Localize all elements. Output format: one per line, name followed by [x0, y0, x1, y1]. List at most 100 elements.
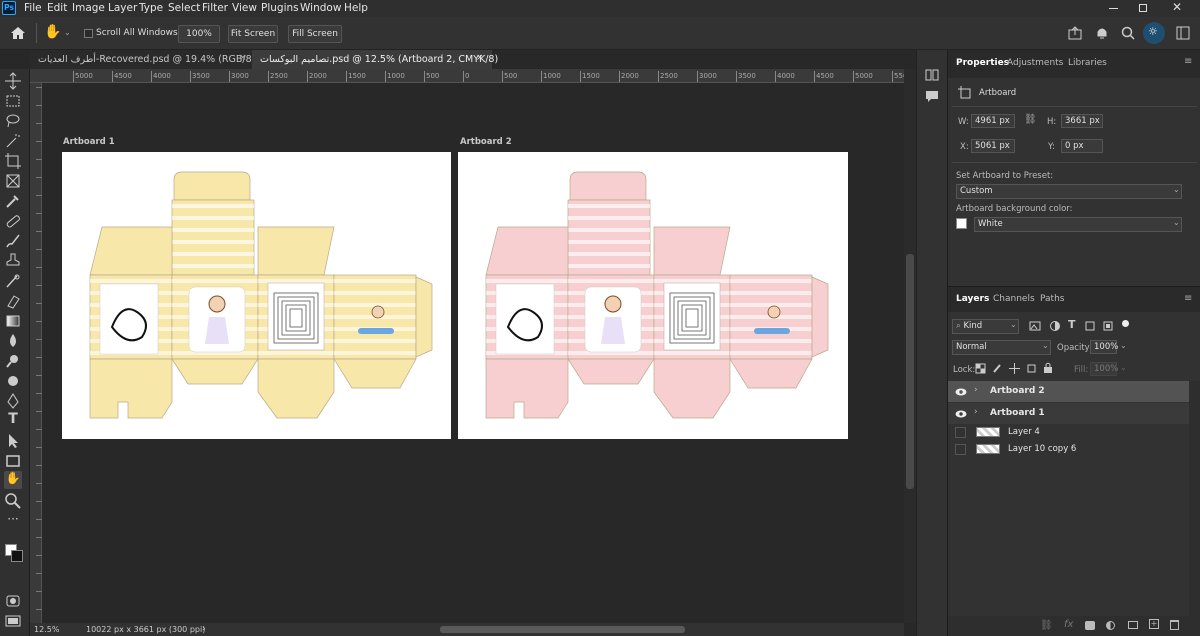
- layer-row-layer-4[interactable]: Layer 4: [948, 424, 1189, 441]
- blend-mode-select[interactable]: Normal: [952, 340, 1051, 355]
- eraser-icon[interactable]: [4, 292, 22, 310]
- lock-artboard-icon[interactable]: [1026, 363, 1037, 374]
- close-icon[interactable]: ✕: [1172, 0, 1182, 14]
- home-icon[interactable]: [10, 26, 26, 40]
- type-tool-icon[interactable]: T: [4, 411, 22, 429]
- frame-icon[interactable]: [4, 172, 22, 190]
- photoshop-logo[interactable]: Ps: [2, 1, 16, 15]
- move-icon[interactable]: [4, 72, 22, 90]
- zoom-tool-icon[interactable]: [4, 492, 22, 510]
- fill-screen-button[interactable]: Fill Screen: [288, 25, 342, 43]
- zoom-100-button[interactable]: 100%: [178, 25, 220, 43]
- shape-filter-icon[interactable]: [1084, 320, 1096, 332]
- tab-adjustments[interactable]: Adjustments: [1007, 58, 1063, 68]
- artboard-2-label[interactable]: Artboard 2: [460, 137, 512, 147]
- artboard-1[interactable]: [62, 152, 451, 439]
- search-icon[interactable]: [1121, 26, 1135, 40]
- menu-layer[interactable]: Layer: [108, 2, 137, 14]
- fit-screen-button[interactable]: Fit Screen: [228, 25, 278, 43]
- close-tab-icon[interactable]: ×: [239, 53, 247, 63]
- panel-menu-icon[interactable]: ≡: [1184, 293, 1192, 304]
- add-mask-icon[interactable]: [1085, 621, 1095, 630]
- tab-channels[interactable]: Channels: [993, 294, 1035, 304]
- more-tools-icon[interactable]: ···: [4, 512, 22, 530]
- lock-position-icon[interactable]: [1009, 363, 1020, 374]
- quick-mask-icon[interactable]: [4, 592, 22, 610]
- chevron-down-icon[interactable]: ⌄: [1120, 363, 1127, 372]
- new-layer-icon[interactable]: +: [1149, 619, 1159, 629]
- new-group-icon[interactable]: [1128, 621, 1138, 629]
- eyedropper-icon[interactable]: [4, 192, 22, 210]
- smart-object-filter-icon[interactable]: [1102, 320, 1114, 332]
- opacity-input[interactable]: 100%: [1090, 340, 1118, 354]
- link-layers-icon[interactable]: ⛓: [1040, 620, 1053, 631]
- fx-icon[interactable]: fx: [1064, 619, 1073, 630]
- layers-scrollbar[interactable]: [1189, 381, 1200, 624]
- scroll-all-checkbox[interactable]: [84, 29, 93, 38]
- scroll-thumb[interactable]: [906, 254, 914, 489]
- layer-row-artboard-2[interactable]: › Artboard 2: [948, 381, 1189, 402]
- lock-all-icon[interactable]: [1043, 362, 1053, 374]
- chevron-right-icon[interactable]: ›: [202, 624, 206, 634]
- clone-stamp-icon[interactable]: [4, 252, 22, 270]
- menu-image[interactable]: Image: [72, 2, 105, 14]
- image-filter-icon[interactable]: [1029, 320, 1041, 332]
- menu-type[interactable]: Type: [139, 2, 163, 14]
- height-input[interactable]: 3661 px: [1061, 114, 1103, 128]
- menu-edit[interactable]: Edit: [47, 2, 67, 14]
- delete-layer-icon[interactable]: [1170, 620, 1179, 630]
- brush-icon[interactable]: [4, 232, 22, 250]
- expand-chevron-icon[interactable]: ›: [974, 385, 978, 395]
- menu-window[interactable]: Window: [300, 2, 341, 14]
- restore-icon[interactable]: [1139, 4, 1147, 12]
- rectangle-shape-icon[interactable]: [4, 452, 22, 470]
- bg-color-select[interactable]: White: [974, 217, 1182, 232]
- blur-icon[interactable]: [4, 332, 22, 350]
- lasso-icon[interactable]: [4, 112, 22, 130]
- healing-brush-icon[interactable]: [4, 212, 22, 230]
- canvas-area[interactable]: Artboard 1 Artboard 2: [42, 83, 904, 623]
- horizontal-scroll-thumb[interactable]: [440, 626, 685, 633]
- tab-boxes-doc[interactable]: تصاميم البوكسات.psd @ 12.5% (Artboard 2,…: [252, 50, 498, 69]
- screen-mode-icon[interactable]: [4, 612, 22, 630]
- gradient-icon[interactable]: [4, 312, 22, 330]
- adjustment-layer-icon[interactable]: [1106, 621, 1115, 630]
- magic-wand-icon[interactable]: [4, 132, 22, 150]
- bell-icon[interactable]: [1096, 26, 1108, 40]
- chevron-down-icon[interactable]: ⌄: [64, 28, 71, 37]
- tab-recovered-doc[interactable]: أطرف العديات-Recovered.psd @ 19.4% (RGB/…: [30, 50, 263, 69]
- y-input[interactable]: 0 px: [1061, 139, 1103, 153]
- bg-color-swatch[interactable]: [956, 218, 967, 229]
- lock-transparent-icon[interactable]: [975, 363, 986, 374]
- hand-tool-icon[interactable]: ✋: [4, 471, 22, 489]
- link-icon[interactable]: ⛓: [1024, 114, 1037, 125]
- history-panel-icon[interactable]: [925, 68, 939, 82]
- dodge-icon[interactable]: [4, 352, 22, 370]
- path-selection-icon[interactable]: [4, 432, 22, 450]
- tab-paths[interactable]: Paths: [1040, 294, 1064, 304]
- tab-properties[interactable]: Properties: [956, 58, 1009, 68]
- visibility-toggle[interactable]: [955, 444, 966, 455]
- comments-icon[interactable]: [925, 90, 939, 104]
- eye-icon[interactable]: [955, 410, 967, 418]
- expand-chevron-icon[interactable]: ›: [974, 407, 978, 417]
- menu-plugins[interactable]: Plugins: [261, 2, 299, 14]
- share-icon[interactable]: [1068, 26, 1082, 40]
- workspace-icon[interactable]: [1176, 26, 1190, 40]
- artboard-1-label[interactable]: Artboard 1: [63, 137, 115, 147]
- menu-select[interactable]: Select: [168, 2, 200, 14]
- crop-icon[interactable]: [4, 152, 22, 170]
- layer-row-layer-10-copy-6[interactable]: Layer 10 copy 6: [948, 441, 1189, 458]
- close-tab-icon[interactable]: ×: [476, 53, 484, 63]
- filter-toggle-icon[interactable]: [1122, 320, 1129, 327]
- tab-libraries[interactable]: Libraries: [1068, 58, 1107, 68]
- width-input[interactable]: 4961 px: [971, 114, 1015, 128]
- layer-row-artboard-1[interactable]: › Artboard 1: [948, 403, 1189, 424]
- menu-file[interactable]: File: [24, 2, 42, 14]
- menu-filter[interactable]: Filter: [202, 2, 228, 14]
- tab-layers[interactable]: Layers: [956, 294, 989, 304]
- preset-select[interactable]: Custom: [956, 184, 1182, 199]
- marquee-icon[interactable]: [4, 92, 22, 110]
- history-brush-icon[interactable]: [4, 272, 22, 290]
- menu-view[interactable]: View: [232, 2, 257, 14]
